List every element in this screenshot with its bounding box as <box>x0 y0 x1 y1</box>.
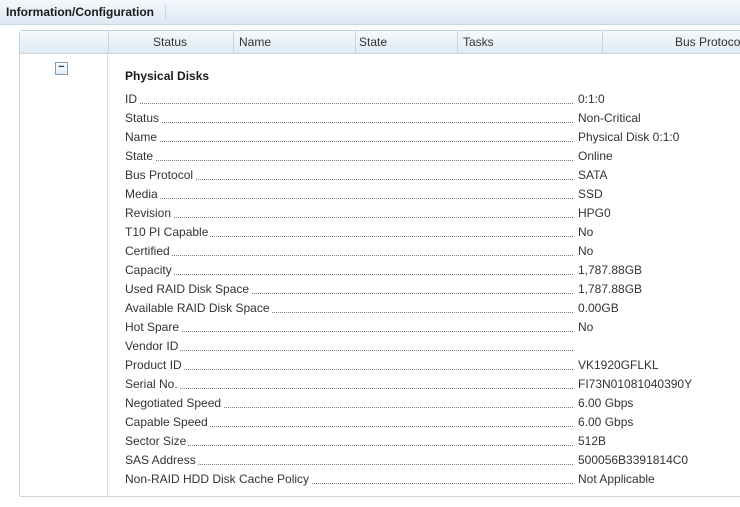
column-header-label: Name <box>239 35 272 49</box>
column-header-label: Status <box>153 35 188 49</box>
property-row: Capable Speed 6.00 Gbps <box>125 413 725 432</box>
property-label: ID <box>125 90 139 109</box>
title-divider <box>165 5 166 19</box>
property-row: Revision HPG0 <box>125 204 725 223</box>
property-label: Hot Spare <box>125 318 182 337</box>
property-row: Name Physical Disk 0:1:0 <box>125 128 725 147</box>
column-header-status[interactable]: Status <box>108 31 233 53</box>
section-title: Physical Disks <box>125 69 210 83</box>
property-value: 0:1:0 <box>578 92 605 106</box>
leader-dots <box>125 160 573 161</box>
property-row: Negotiated Speed 6.00 Gbps <box>125 394 725 413</box>
leader-dots <box>125 103 573 104</box>
column-header-label: Bus Protocol <box>675 35 740 49</box>
property-value: VK1920GFLKL <box>578 358 659 372</box>
leader-dots <box>125 198 573 199</box>
property-label: T10 PI Capable <box>125 223 211 242</box>
property-row: Vendor ID <box>125 337 725 356</box>
leader-dots <box>125 388 573 389</box>
property-value: 1,787.88GB <box>578 282 643 296</box>
column-header-label: Tasks <box>463 35 494 49</box>
property-row: Status Non-Critical <box>125 109 725 128</box>
property-value: Non-Critical <box>578 111 641 125</box>
property-row: Bus Protocol SATA <box>125 166 725 185</box>
collapse-icon[interactable]: − <box>55 62 68 75</box>
property-value: Physical Disk 0:1:0 <box>578 130 680 144</box>
property-label: Name <box>125 128 160 147</box>
property-row: Available RAID Disk Space 0.00GB <box>125 299 725 318</box>
property-label: Sector Size <box>125 432 189 451</box>
property-value: Not Applicable <box>578 472 655 486</box>
property-row: State Online <box>125 147 725 166</box>
physical-disks-panel: Status Name State Tasks Bus Protocol − P… <box>19 30 740 497</box>
property-value: SSD <box>578 187 603 201</box>
property-row: Certified No <box>125 242 725 261</box>
leader-dots <box>125 217 573 218</box>
leader-dots <box>125 350 573 351</box>
property-label: State <box>125 147 156 166</box>
column-header-name[interactable]: Name <box>233 31 355 53</box>
leader-dots <box>125 445 573 446</box>
property-row: Non-RAID HDD Disk Cache Policy Not Applic… <box>125 470 725 489</box>
property-value: Online <box>578 149 613 163</box>
leader-dots <box>125 369 573 370</box>
property-row: Hot Spare No <box>125 318 725 337</box>
property-value: No <box>578 320 594 334</box>
column-header-label: State <box>359 35 388 49</box>
leader-dots <box>125 122 573 123</box>
property-label: Revision <box>125 204 174 223</box>
property-row: ID 0:1:0 <box>125 90 725 109</box>
property-value: No <box>578 225 594 239</box>
property-label: Negotiated Speed <box>125 394 224 413</box>
property-value: SATA <box>578 168 608 182</box>
property-value: 500056B3391814C0 <box>578 453 689 467</box>
property-list: ID 0:1:0 Status Non-Critical Name Physical Di… <box>125 90 725 489</box>
table-header: Status Name State Tasks Bus Protocol <box>20 31 740 54</box>
property-row: T10 PI Capable No <box>125 223 725 242</box>
property-label: Media <box>125 185 160 204</box>
property-value: HPG0 <box>578 206 611 220</box>
property-value: 6.00 Gbps <box>578 396 634 410</box>
property-label: Available RAID Disk Space <box>125 299 272 318</box>
column-header-bus-protocol[interactable]: Bus Protocol <box>602 31 740 53</box>
property-row: Media SSD <box>125 185 725 204</box>
leader-dots <box>125 141 573 142</box>
property-value: No <box>578 244 594 258</box>
leader-dots <box>125 331 573 332</box>
property-value: 6.00 Gbps <box>578 415 634 429</box>
property-label: Vendor ID <box>125 337 181 356</box>
property-label: Certified <box>125 242 172 261</box>
property-label: Bus Protocol <box>125 166 196 185</box>
property-row: Used RAID Disk Space 1,787.88GB <box>125 280 725 299</box>
property-value: 512B <box>578 434 607 448</box>
property-row: Serial No. FI73N01081040390Y <box>125 375 725 394</box>
row-gutter-divider <box>107 54 108 497</box>
property-value: 1,787.88GB <box>578 263 643 277</box>
property-row: Product ID VK1920GFLKL <box>125 356 725 375</box>
property-label: Capable Speed <box>125 413 210 432</box>
column-header-tasks[interactable]: Tasks <box>457 31 602 53</box>
property-row: Sector Size 512B <box>125 432 725 451</box>
property-value: FI73N01081040390Y <box>578 377 693 391</box>
property-label: Status <box>125 109 162 128</box>
leader-dots <box>125 255 573 256</box>
property-label: Capacity <box>125 261 174 280</box>
page-title: Information/Configuration <box>6 5 154 19</box>
property-label: Product ID <box>125 356 184 375</box>
top-bar: Information/Configuration <box>0 0 740 25</box>
property-label: Used RAID Disk Space <box>125 280 252 299</box>
property-row: SAS Address 500056B3391814C0 <box>125 451 725 470</box>
property-value: 0.00GB <box>578 301 619 315</box>
property-label: Serial No. <box>125 375 180 394</box>
property-row: Capacity 1,787.88GB <box>125 261 725 280</box>
property-label: SAS Address <box>125 451 198 470</box>
column-header-state[interactable]: State <box>355 31 457 53</box>
property-label: Non-RAID HDD Disk Cache Policy <box>125 470 312 489</box>
leader-dots <box>125 274 573 275</box>
